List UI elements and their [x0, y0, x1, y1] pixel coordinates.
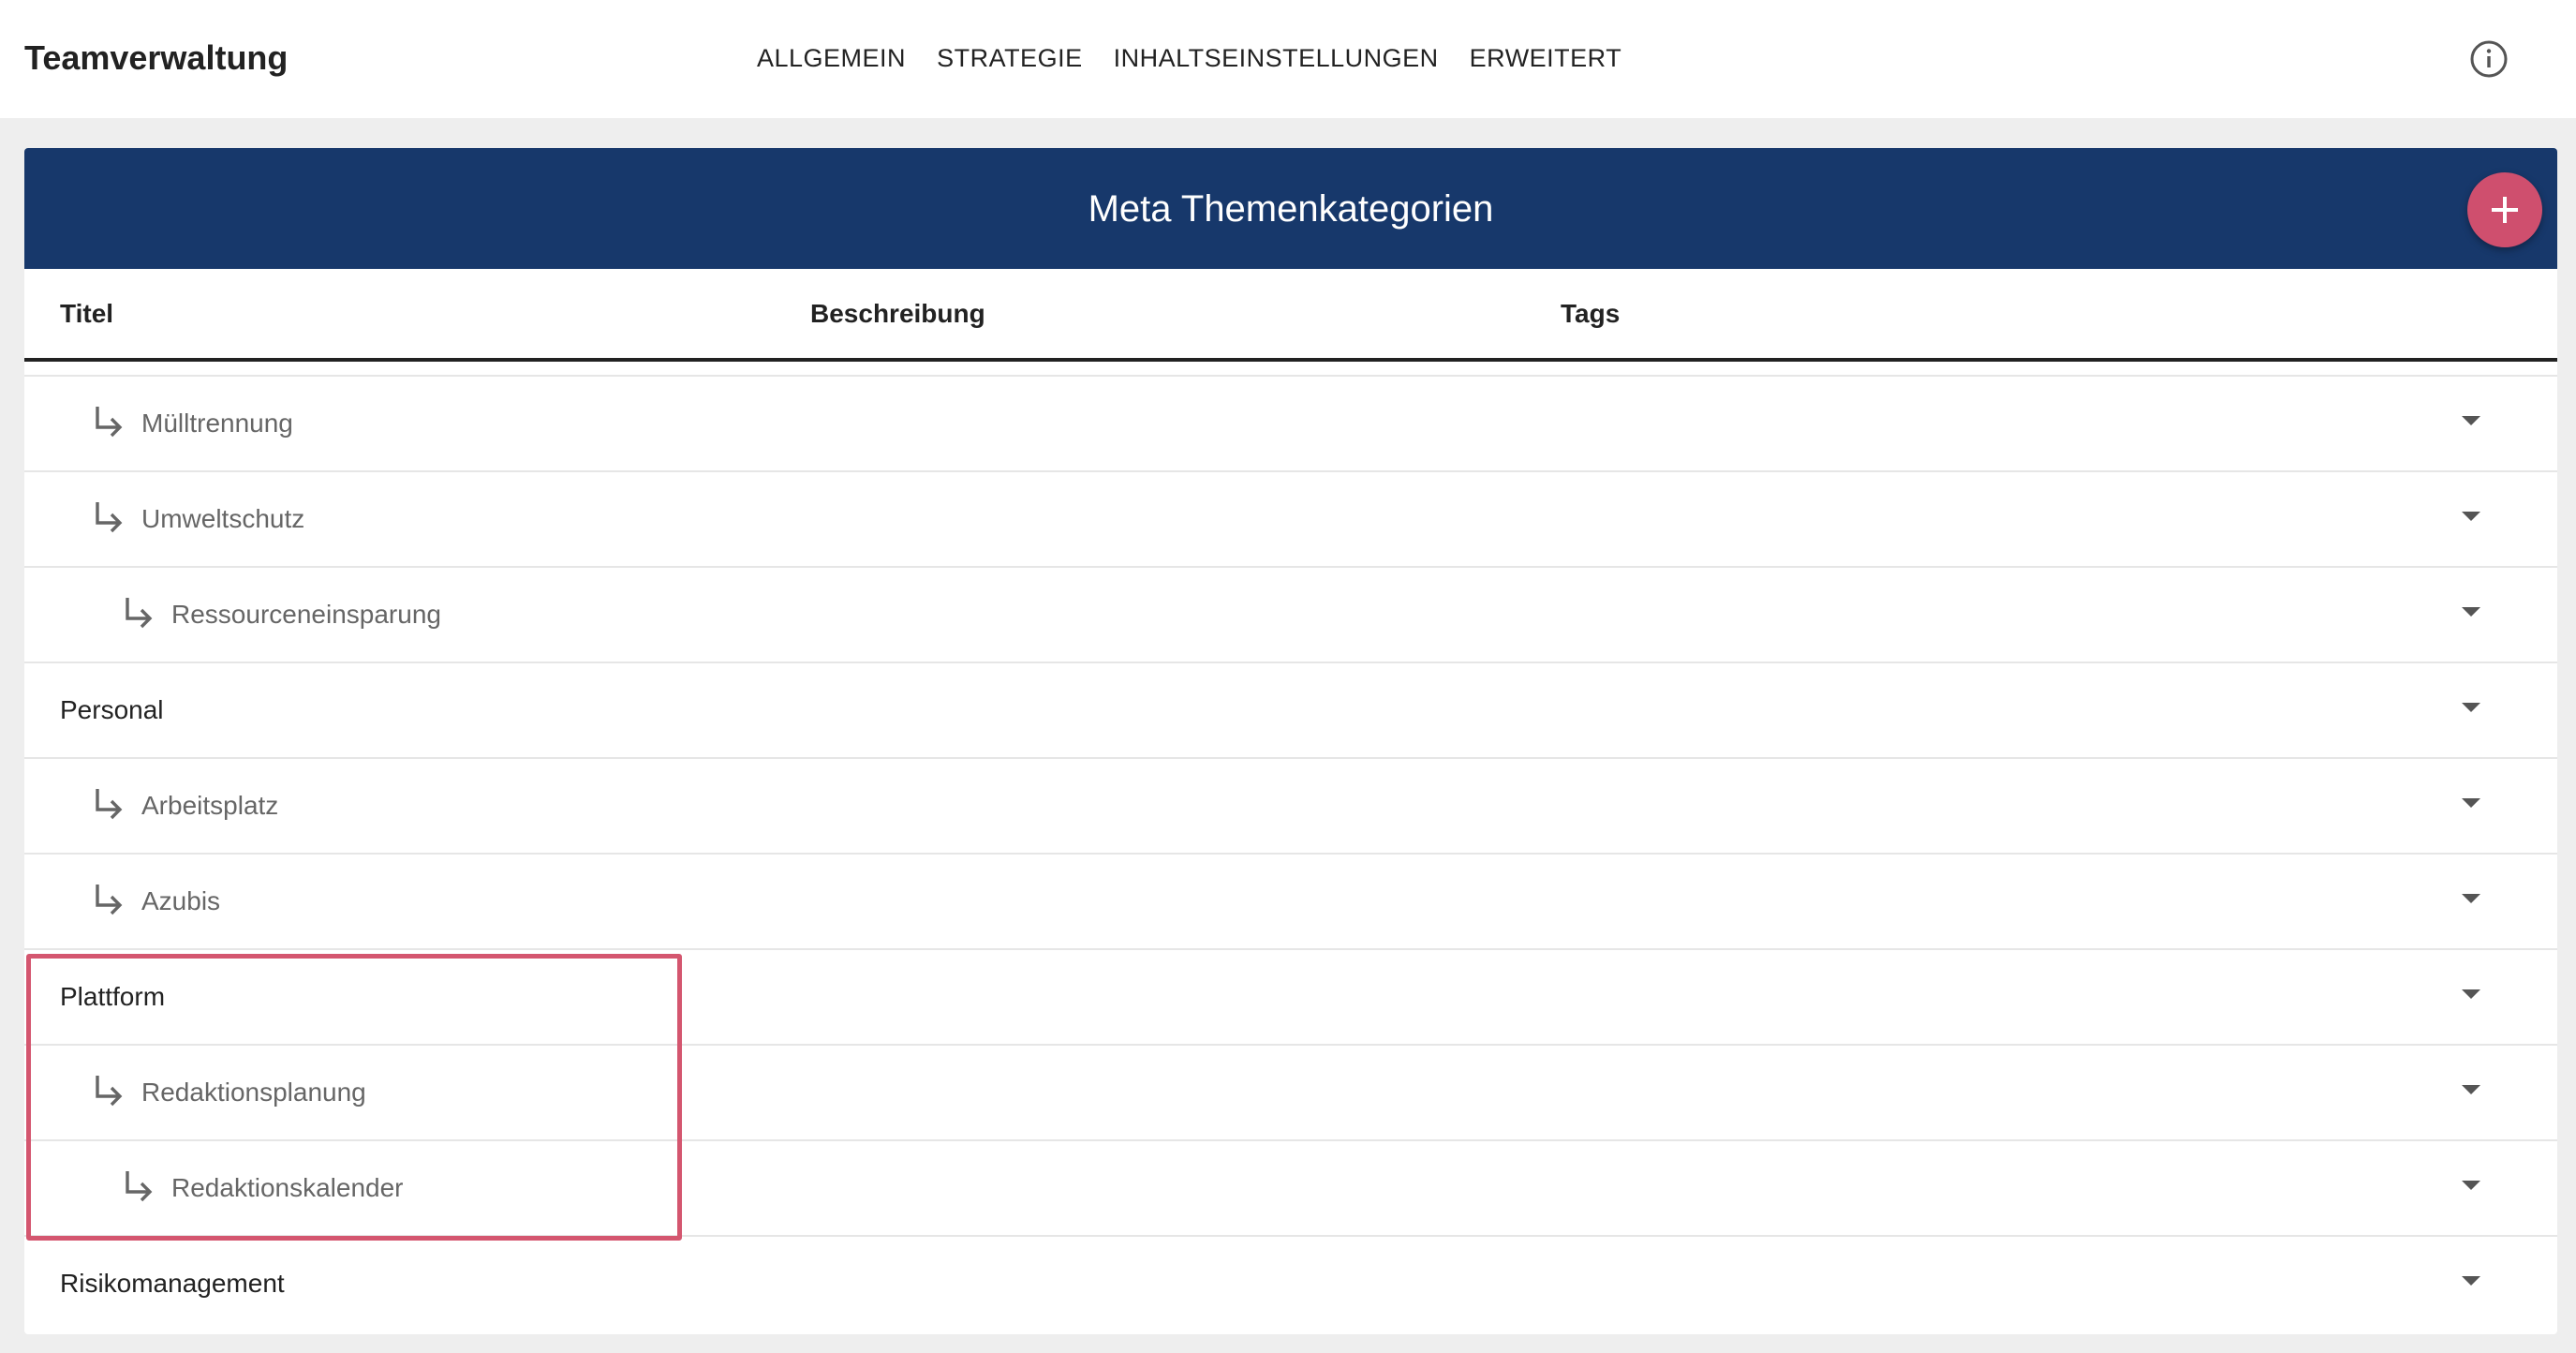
row-title: Personal	[60, 695, 164, 724]
row-title: Mülltrennung	[141, 409, 293, 438]
expand-chevron-down-icon[interactable]	[2460, 605, 2482, 618]
table-row[interactable]: Personal	[24, 662, 2557, 757]
column-header-beschreibung[interactable]: Beschreibung	[810, 295, 985, 333]
subcategory-arrow-icon	[92, 785, 126, 823]
row-title: Azubis	[141, 886, 221, 915]
table-body: Mülltrennung Umweltschutz Ressourceneinspa…	[24, 375, 2557, 1331]
main-nav: ALLGEMEIN STRATEGIE INHALTSEINSTELLUNGEN…	[757, 37, 1652, 79]
card-title: Meta Themenkategorien	[1088, 188, 1494, 230]
categories-card: Meta Themenkategorien Titel Beschreibung…	[24, 148, 2557, 1334]
row-title: Redaktionskalender	[171, 1173, 404, 1202]
nav-tab-strategie[interactable]: STRATEGIE	[937, 37, 1083, 79]
nav-tab-allgemein[interactable]: ALLGEMEIN	[757, 37, 906, 79]
row-title: Risikomanagement	[60, 1269, 285, 1298]
expand-chevron-down-icon[interactable]	[2460, 988, 2482, 1001]
subcategory-arrow-icon	[122, 594, 155, 632]
card-header: Meta Themenkategorien	[24, 148, 2557, 269]
expand-chevron-down-icon[interactable]	[2460, 701, 2482, 714]
subcategory-arrow-icon	[92, 403, 126, 440]
row-title: Arbeitsplatz	[141, 791, 279, 820]
row-title: Plattform	[60, 982, 166, 1011]
column-header-tags[interactable]: Tags	[1561, 295, 1620, 333]
expand-chevron-down-icon[interactable]	[2460, 796, 2482, 810]
subcategory-arrow-icon	[92, 498, 126, 536]
expand-chevron-down-icon[interactable]	[2460, 892, 2482, 905]
table-row[interactable]: Redaktionskalender	[24, 1139, 2557, 1235]
table-row[interactable]: Redaktionsplanung	[24, 1044, 2557, 1139]
info-icon[interactable]	[2469, 39, 2509, 79]
subcategory-arrow-icon	[92, 1072, 126, 1109]
expand-chevron-down-icon[interactable]	[2460, 510, 2482, 523]
nav-tab-inhaltseinstellungen[interactable]: INHALTSEINSTELLUNGEN	[1114, 37, 1439, 79]
subcategory-arrow-icon	[92, 881, 126, 918]
expand-chevron-down-icon[interactable]	[2460, 1179, 2482, 1192]
nav-tab-erweitert[interactable]: ERWEITERT	[1470, 37, 1622, 79]
subcategory-arrow-icon	[122, 1167, 155, 1205]
expand-chevron-down-icon[interactable]	[2460, 1274, 2482, 1287]
app-title: Teamverwaltung	[24, 38, 289, 77]
top-app-bar: Teamverwaltung ALLGEMEIN STRATEGIE INHAL…	[0, 0, 2576, 118]
table-row[interactable]: Umweltschutz	[24, 470, 2557, 566]
expand-chevron-down-icon[interactable]	[2460, 1083, 2482, 1096]
row-title: Umweltschutz	[141, 504, 305, 533]
table-row[interactable]: Arbeitsplatz	[24, 757, 2557, 853]
row-title: Ressourceneinsparung	[171, 600, 441, 629]
table-row[interactable]: Ressourceneinsparung	[24, 566, 2557, 662]
plus-icon	[2492, 197, 2518, 223]
expand-chevron-down-icon[interactable]	[2460, 414, 2482, 427]
row-title: Redaktionsplanung	[141, 1078, 366, 1107]
table-row[interactable]: Plattform	[24, 948, 2557, 1044]
table-row[interactable]: Azubis	[24, 853, 2557, 948]
table-row[interactable]: Mülltrennung	[24, 375, 2557, 470]
table-row[interactable]: Risikomanagement	[24, 1235, 2557, 1331]
column-header-titel[interactable]: Titel	[60, 295, 113, 333]
table-header: Titel Beschreibung Tags	[24, 269, 2557, 362]
add-category-button[interactable]	[2467, 172, 2542, 247]
